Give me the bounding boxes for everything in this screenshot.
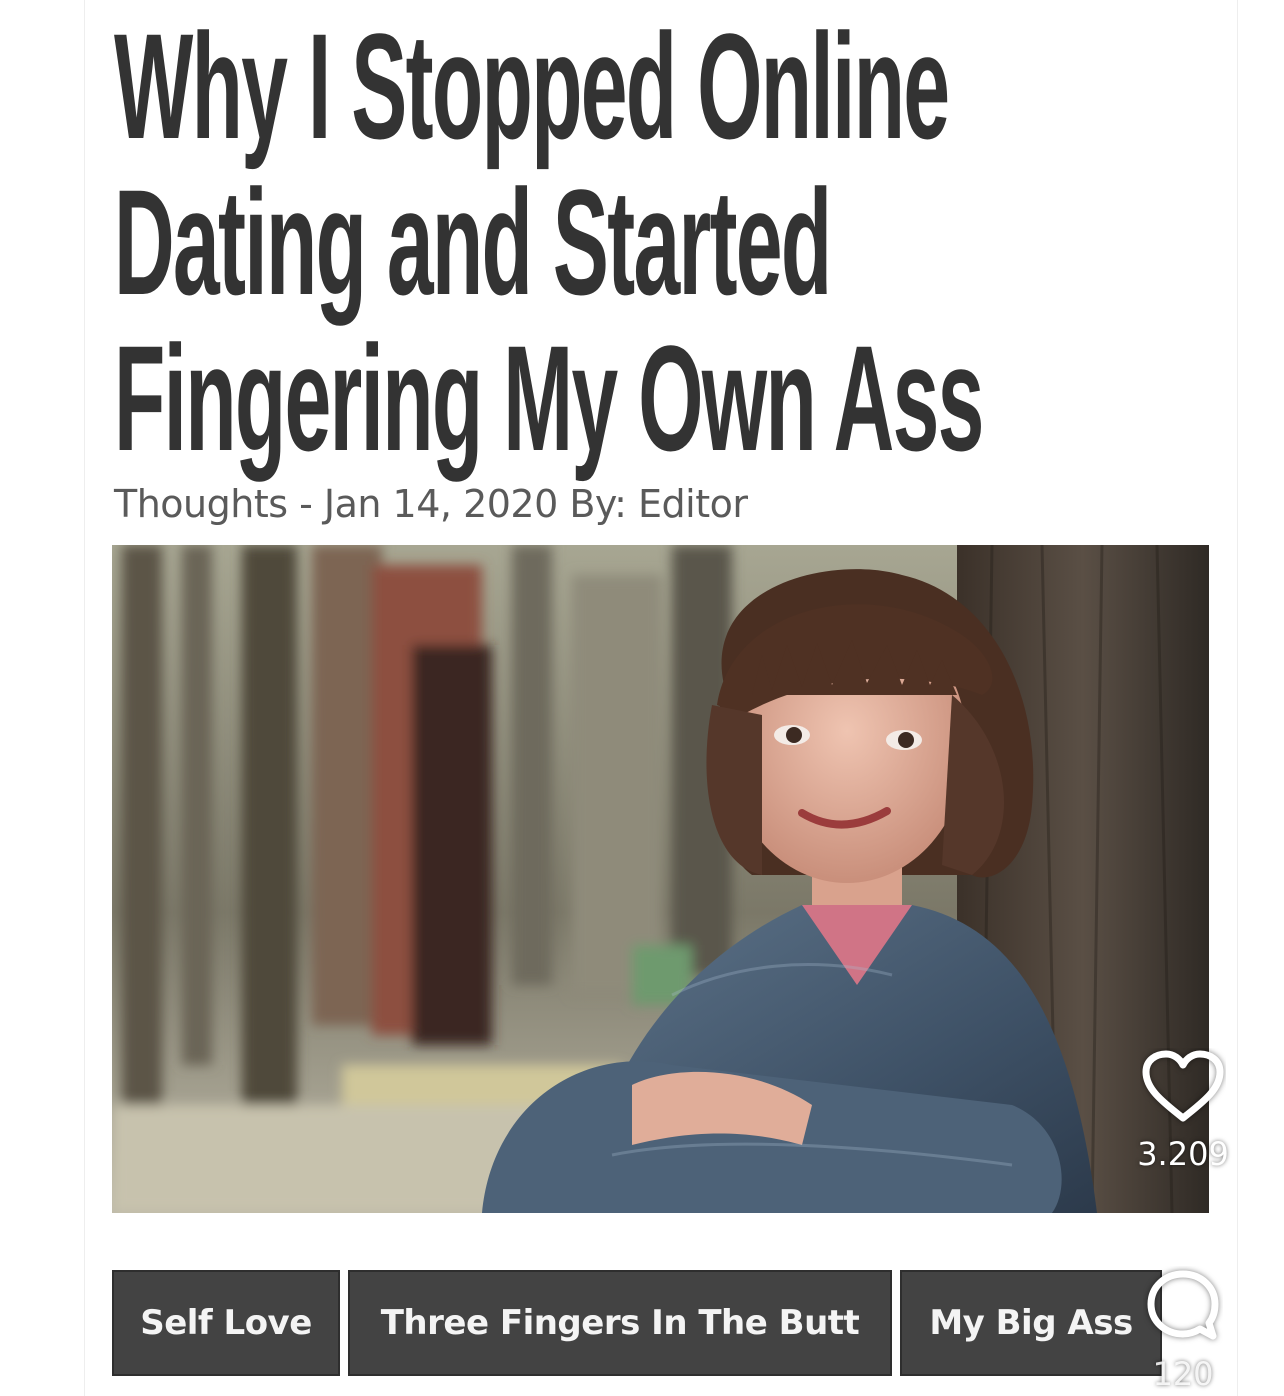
comment-action[interactable]: 120 <box>1128 1266 1238 1393</box>
headline-line: Dating and Started <box>114 158 832 326</box>
article-hero-image <box>112 545 1209 1213</box>
comment-count: 120 <box>1152 1355 1214 1393</box>
headline-line: Fingering My Own Ass <box>114 314 984 482</box>
like-count: 3.209 <box>1137 1135 1229 1173</box>
tag-three-fingers[interactable]: Three Fingers In The Butt <box>348 1270 892 1376</box>
post-page: Why I Stopped Online Dating and Started … <box>0 0 1284 1396</box>
article-headline: Why I Stopped Online Dating and Started … <box>114 2 984 482</box>
headline-line: Why I Stopped Online <box>114 2 950 170</box>
article-meta: Thoughts - Jan 14, 2020 By: Editor <box>114 482 748 526</box>
like-action[interactable]: 3.209 <box>1128 1048 1238 1173</box>
heart-icon[interactable] <box>1140 1048 1226 1131</box>
tag-my-big-ass[interactable]: My Big Ass <box>900 1270 1162 1376</box>
comment-bubble-icon[interactable] <box>1143 1266 1223 1351</box>
tag-self-love[interactable]: Self Love <box>112 1270 340 1376</box>
